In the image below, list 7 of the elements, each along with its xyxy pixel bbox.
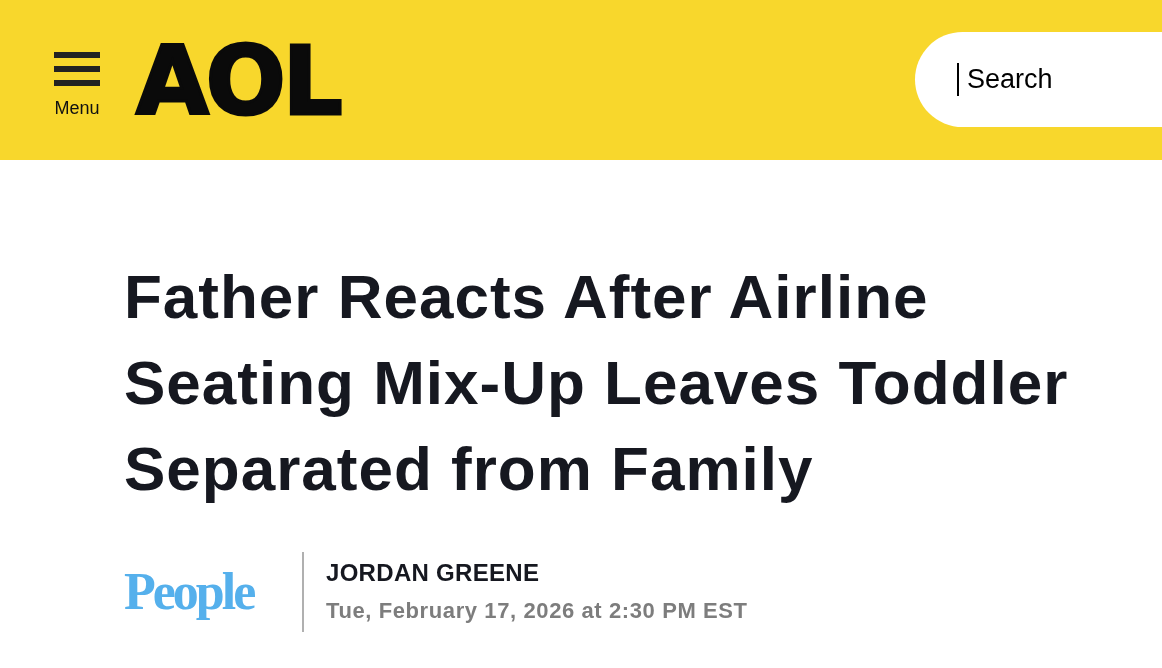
menu-button[interactable]: Menu — [54, 51, 100, 118]
publish-date: Tue, February 17, 2026 at 2:30 PM EST — [326, 599, 748, 623]
article-headline: Father Reacts After Airline Seating Mix-Up Leaves Toddler Separated from Family — [124, 261, 1070, 505]
author-name: JORDAN GREENE — [326, 561, 541, 585]
site-logo[interactable]: AOL — [136, 35, 340, 129]
menu-icon — [54, 51, 100, 86]
search-field[interactable]: Search — [915, 32, 1162, 127]
